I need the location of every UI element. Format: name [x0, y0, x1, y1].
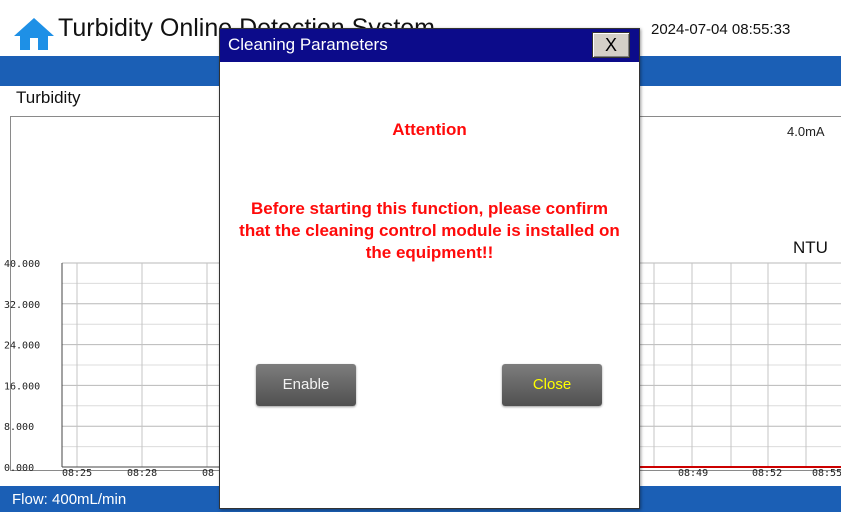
close-button[interactable]: Close — [502, 364, 602, 406]
y-tick-label: 40.000 — [4, 259, 40, 270]
home-icon[interactable] — [12, 16, 56, 52]
x-tick-label: 08 — [202, 468, 214, 479]
current-ma-readout: 4.0mA — [787, 124, 825, 139]
attention-heading: Attention — [392, 120, 467, 139]
y-tick-label: 8.000 — [4, 422, 34, 433]
enable-button[interactable]: Enable — [256, 364, 356, 406]
cleaning-parameters-dialog: Cleaning Parameters X Attention Before s… — [219, 28, 640, 509]
x-tick-label: 08:55 — [812, 468, 841, 479]
y-tick-label: 32.000 — [4, 300, 40, 311]
datetime-display: 2024-07-04 08:55:33 — [651, 21, 791, 38]
y-tick-label: 0.000 — [4, 463, 34, 474]
x-tick-label: 08:25 — [62, 468, 92, 479]
dialog-title: Cleaning Parameters — [228, 35, 388, 54]
x-tick-label: 08:28 — [127, 468, 157, 479]
dialog-close-x-button[interactable]: X — [592, 32, 630, 58]
y-tick-label: 24.000 — [4, 341, 40, 352]
x-tick-label: 08:52 — [752, 468, 782, 479]
section-title: Turbidity — [16, 88, 81, 107]
y-tick-label: 16.000 — [4, 381, 40, 392]
warning-message: Before starting this function, please co… — [239, 199, 620, 262]
x-tick-label: 08:49 — [678, 468, 708, 479]
flow-readout: Flow: 400mL/min — [12, 491, 127, 508]
